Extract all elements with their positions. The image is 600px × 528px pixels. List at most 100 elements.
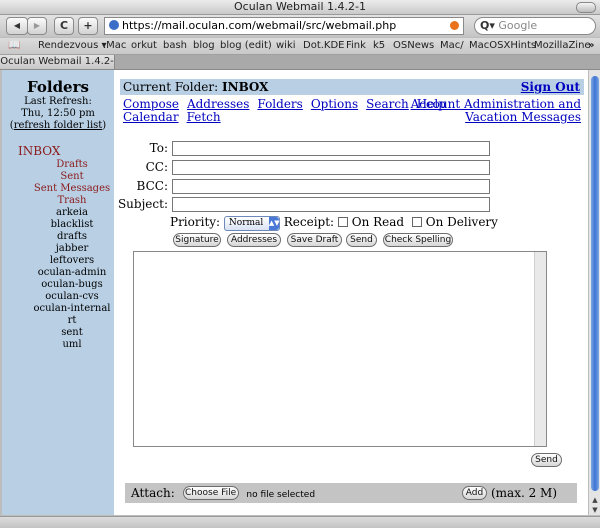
cc-label: CC: [145, 160, 168, 174]
forward-icon: ▶ [33, 21, 41, 30]
bookmarks-book-icon[interactable]: 📖 [8, 38, 20, 54]
window-titlebar: Oculan Webmail 1.4.2-1 [0, 0, 600, 15]
bcc-field[interactable] [172, 179, 490, 194]
priority-receipt-row: Priority: Normal ▲▼ Receipt: On Read On D… [170, 214, 498, 231]
folder-drafts-lower[interactable]: drafts [18, 231, 114, 243]
bookmark-k5[interactable]: k5 [373, 38, 385, 54]
message-body-textarea[interactable] [133, 251, 547, 447]
compose-pane: Current Folder: INBOX Sign Out Compose Ad… [114, 70, 588, 515]
folder-jabber[interactable]: jabber [18, 243, 114, 255]
reload-icon: C [59, 19, 69, 32]
reload-button[interactable]: C [54, 17, 74, 35]
folder-oculan-internal[interactable]: oculan-internal [18, 303, 114, 315]
send-button-top[interactable]: Send [346, 233, 377, 247]
page-scrollbar[interactable]: ▲ ▼ [588, 70, 600, 515]
folder-oculan-bugs[interactable]: oculan-bugs [18, 279, 114, 291]
addresses-button[interactable]: Addresses [227, 233, 281, 247]
bookmarks-overflow-icon[interactable]: » [588, 38, 594, 54]
tab-oculan-webmail[interactable]: Oculan Webmail 1.4.2-1 [0, 55, 115, 81]
bookmark-orkut[interactable]: orkut [131, 38, 157, 54]
add-bookmark-button[interactable]: + [78, 17, 98, 35]
search-placeholder: Google [498, 19, 538, 32]
bookmark-mac[interactable]: .Mac [103, 38, 126, 54]
scrollbar-thumb[interactable] [591, 76, 599, 491]
folder-inbox[interactable]: INBOX [18, 144, 114, 159]
tab-bar: Oculan Webmail 1.4.2-1 [0, 55, 600, 81]
nav-calendar[interactable]: Calendar [123, 110, 179, 124]
folder-trash[interactable]: Trash [18, 195, 114, 207]
message-body-scrollbar[interactable] [534, 252, 546, 446]
on-read-checkbox[interactable] [337, 217, 348, 227]
choose-file-button[interactable]: Choose File [182, 485, 239, 500]
to-label: To: [149, 141, 168, 155]
priority-label: Priority: [170, 215, 221, 229]
nav-options[interactable]: Options [311, 97, 358, 111]
nav-addresses[interactable]: Addresses [187, 97, 249, 111]
search-icon[interactable]: Q▾ [480, 19, 495, 32]
folder-sent[interactable]: Sent [18, 171, 114, 183]
nav-row-2: Calendar Fetch [123, 110, 229, 124]
scroll-up-icon[interactable]: ▲ [590, 495, 600, 505]
nav-fetch[interactable]: Fetch [187, 110, 221, 124]
refresh-folder-list-link[interactable]: refresh folder list [14, 120, 103, 131]
bookmark-mac-folder[interactable]: Mac/ [440, 38, 464, 54]
back-icon: ◀ [13, 21, 21, 30]
on-delivery-label: On Delivery [425, 215, 498, 229]
forward-button[interactable]: ▶ [27, 17, 47, 35]
attach-label: Attach: [131, 486, 175, 500]
attachment-bar: Attach: Choose File no file selected Add… [125, 483, 577, 503]
rss-feed-icon[interactable] [450, 21, 459, 30]
scroll-down-icon[interactable]: ▼ [590, 505, 600, 515]
subject-field[interactable] [172, 197, 490, 212]
on-read-label: On Read [351, 215, 405, 229]
check-spelling-button[interactable]: Check Spelling [383, 233, 453, 247]
bookmark-fink[interactable]: Fink [346, 38, 366, 54]
bookmark-blog[interactable]: blog [193, 38, 215, 54]
folder-blacklist[interactable]: blacklist [18, 219, 114, 231]
bcc-label: BCC: [136, 179, 168, 193]
add-attachment-button[interactable]: Add [462, 486, 487, 500]
search-input[interactable]: Q▾ Google [474, 17, 596, 35]
nav-search[interactable]: Search [366, 97, 409, 111]
vacation-messages-link[interactable]: Vacation Messages [465, 110, 581, 124]
account-admin-link[interactable]: Account Administration and [411, 97, 581, 111]
select-arrows-icon: ▲▼ [268, 217, 280, 230]
folder-oculan-admin[interactable]: oculan-admin [18, 267, 114, 279]
folder-drafts[interactable]: Drafts [18, 159, 114, 171]
bookmark-macosxhints[interactable]: MacOSXHints [469, 38, 536, 54]
priority-value: Normal [228, 218, 264, 228]
folder-arkeia[interactable]: arkeia [18, 207, 114, 219]
folder-sent-messages[interactable]: Sent Messages [18, 183, 114, 195]
bookmark-osnews[interactable]: OSNews [393, 38, 434, 54]
bookmark-rendezvous[interactable]: Rendezvous ▾ [38, 38, 107, 54]
plus-icon: + [83, 19, 93, 32]
priority-select[interactable]: Normal ▲▼ [223, 216, 280, 231]
bookmark-dotkde[interactable]: Dot.KDE [303, 38, 345, 54]
bookmark-wiki[interactable]: wiki [276, 38, 296, 54]
to-field[interactable] [172, 141, 490, 156]
folders-title: Folders [27, 78, 89, 96]
bookmarks-bar: 📖 Rendezvous ▾ .Mac orkut bash blog blog… [0, 38, 600, 55]
sign-out-link[interactable]: Sign Out [521, 79, 580, 95]
bookmark-bash[interactable]: bash [163, 38, 187, 54]
folder-leftovers[interactable]: leftovers [18, 255, 114, 267]
window-title: Oculan Webmail 1.4.2-1 [234, 0, 366, 13]
nav-compose[interactable]: Compose [123, 97, 179, 111]
cc-field[interactable] [172, 160, 490, 175]
save-draft-button[interactable]: Save Draft [287, 233, 342, 247]
send-button-bottom[interactable]: Send [531, 453, 562, 467]
folder-uml[interactable]: uml [18, 339, 114, 351]
nav-folders[interactable]: Folders [257, 97, 302, 111]
signature-button[interactable]: Signature [173, 233, 221, 247]
back-button[interactable]: ◀ [6, 17, 28, 35]
folder-sent-lower[interactable]: sent [18, 327, 114, 339]
folder-rt[interactable]: rt [18, 315, 114, 327]
bookmark-mozillazine[interactable]: MozillaZine [534, 38, 591, 54]
address-bar[interactable]: https://mail.oculan.com/webmail/src/webm… [104, 17, 464, 35]
toolbar-toggle-button[interactable] [576, 2, 596, 13]
on-delivery-checkbox[interactable] [411, 217, 422, 227]
folder-oculan-cvs[interactable]: oculan-cvs [18, 291, 114, 303]
site-icon [109, 20, 119, 30]
bookmark-blog-edit[interactable]: blog (edit) [220, 38, 272, 54]
last-refresh-label: Last Refresh: [24, 96, 92, 107]
